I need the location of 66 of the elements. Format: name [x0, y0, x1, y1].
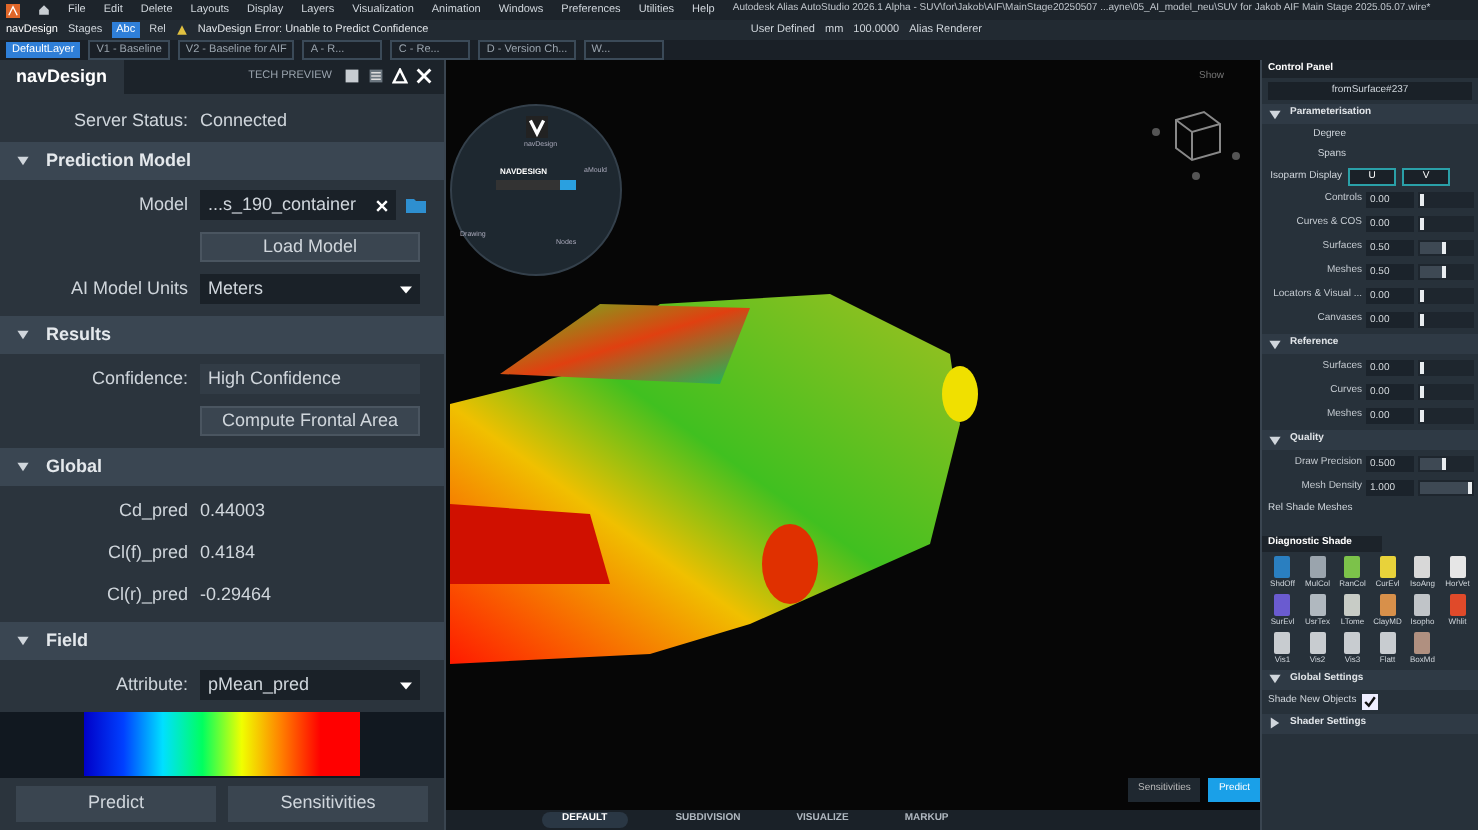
result-value: 0.44003 [200, 498, 266, 525]
slider-track[interactable] [1418, 408, 1474, 424]
field-label: Cl(f)_pred [105, 540, 190, 567]
result-value: 0.4184 [200, 540, 256, 567]
caret-down-icon[interactable] [1268, 337, 1282, 351]
section-header[interactable]: Field [0, 621, 444, 660]
dropdown-caret-icon [400, 681, 412, 690]
slider-track[interactable] [1418, 216, 1474, 232]
progress-strip [496, 180, 576, 190]
section-title: Field [46, 627, 89, 654]
slider-track[interactable] [1418, 312, 1474, 328]
model-value: ...s_190_container [208, 192, 359, 219]
section-title: Prediction Model [46, 147, 192, 174]
folder-icon[interactable] [404, 194, 428, 217]
result-value: -0.29464 [200, 582, 272, 609]
app-logo-icon[interactable] [6, 3, 20, 17]
field-label: Attribute: [113, 672, 190, 699]
model-field[interactable]: ...s_190_container [200, 190, 396, 221]
caret-down-icon[interactable] [1268, 107, 1282, 121]
attribute-dropdown[interactable]: pMean_pred [200, 670, 420, 701]
units-dropdown[interactable]: Meters [200, 274, 420, 305]
slider-track[interactable] [1418, 360, 1474, 376]
triangle-icon[interactable] [392, 68, 408, 85]
check-icon [1364, 695, 1377, 707]
v-logo-icon[interactable] [526, 116, 548, 138]
field-label: Server Status: [71, 107, 190, 134]
slider-track[interactable] [1418, 288, 1474, 304]
section-title: Global [46, 453, 103, 480]
caret-right-icon[interactable] [1268, 716, 1282, 730]
field-label: AI Model Units [68, 276, 190, 303]
field-label: Cl(r)_pred [104, 582, 190, 609]
caret-down-icon[interactable] [16, 633, 30, 648]
checkbox[interactable] [1362, 693, 1379, 709]
dropdown-caret-icon [400, 285, 412, 294]
caret-down-icon[interactable] [16, 459, 30, 474]
caret-down-icon[interactable] [1268, 672, 1282, 686]
slider-fill[interactable] [1420, 458, 1446, 470]
server-status: Connected [200, 107, 288, 134]
slider-track[interactable] [1418, 240, 1474, 256]
field-label: Model [136, 192, 190, 219]
slider-track[interactable] [1418, 264, 1474, 280]
action-button[interactable]: Sensitivities [228, 786, 428, 822]
section-header[interactable]: Prediction Model [0, 141, 444, 180]
slider-track[interactable] [1418, 192, 1474, 208]
slider-track[interactable] [1418, 456, 1474, 472]
slider-fill[interactable] [1420, 242, 1446, 254]
field-label: Confidence: [89, 366, 190, 393]
caret-down-icon[interactable] [1268, 433, 1282, 447]
warning-icon [175, 24, 188, 36]
field-label: Cd_pred [116, 498, 190, 525]
slider-fill[interactable] [1420, 266, 1446, 278]
confidence-value: High Confidence [200, 364, 420, 395]
load-model-button[interactable]: Load Model [200, 232, 420, 263]
section-title: Results [46, 321, 112, 348]
compute-frontal-area-button[interactable]: Compute Frontal Area [200, 406, 420, 437]
caret-down-icon[interactable] [16, 327, 30, 342]
panel-tab[interactable]: navDesign [0, 60, 124, 94]
section-header[interactable]: Results [0, 315, 444, 354]
action-button[interactable]: Predict [16, 786, 216, 822]
home-icon[interactable] [38, 4, 50, 16]
slider-track[interactable] [1418, 384, 1474, 400]
close-icon[interactable] [416, 68, 432, 85]
clear-icon[interactable] [376, 199, 388, 212]
menu-icon[interactable] [368, 68, 384, 85]
caret-down-icon[interactable] [16, 153, 30, 168]
section-header[interactable]: Global [0, 447, 444, 486]
